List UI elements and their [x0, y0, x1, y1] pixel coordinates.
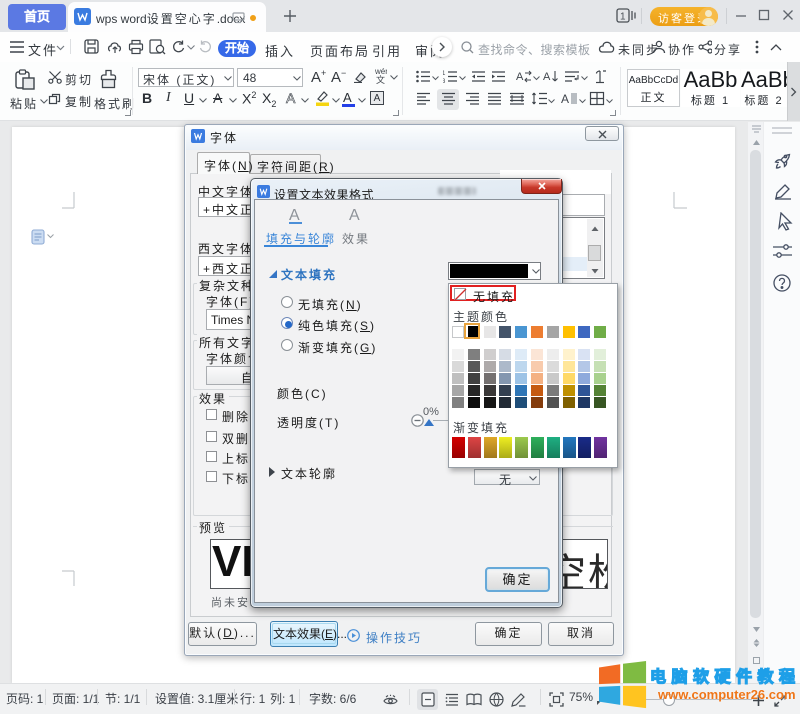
svg-text:A: A — [349, 207, 360, 224]
svg-text:A: A — [561, 92, 569, 106]
svg-text:文: 文 — [376, 74, 385, 85]
svg-text:A: A — [543, 71, 551, 83]
svg-text:A: A — [516, 71, 524, 83]
svg-text:A: A — [289, 207, 300, 224]
svg-text:3: 3 — [443, 79, 446, 83]
svg-text:1: 1 — [620, 12, 626, 23]
svg-text:1: 1 — [443, 71, 446, 77]
